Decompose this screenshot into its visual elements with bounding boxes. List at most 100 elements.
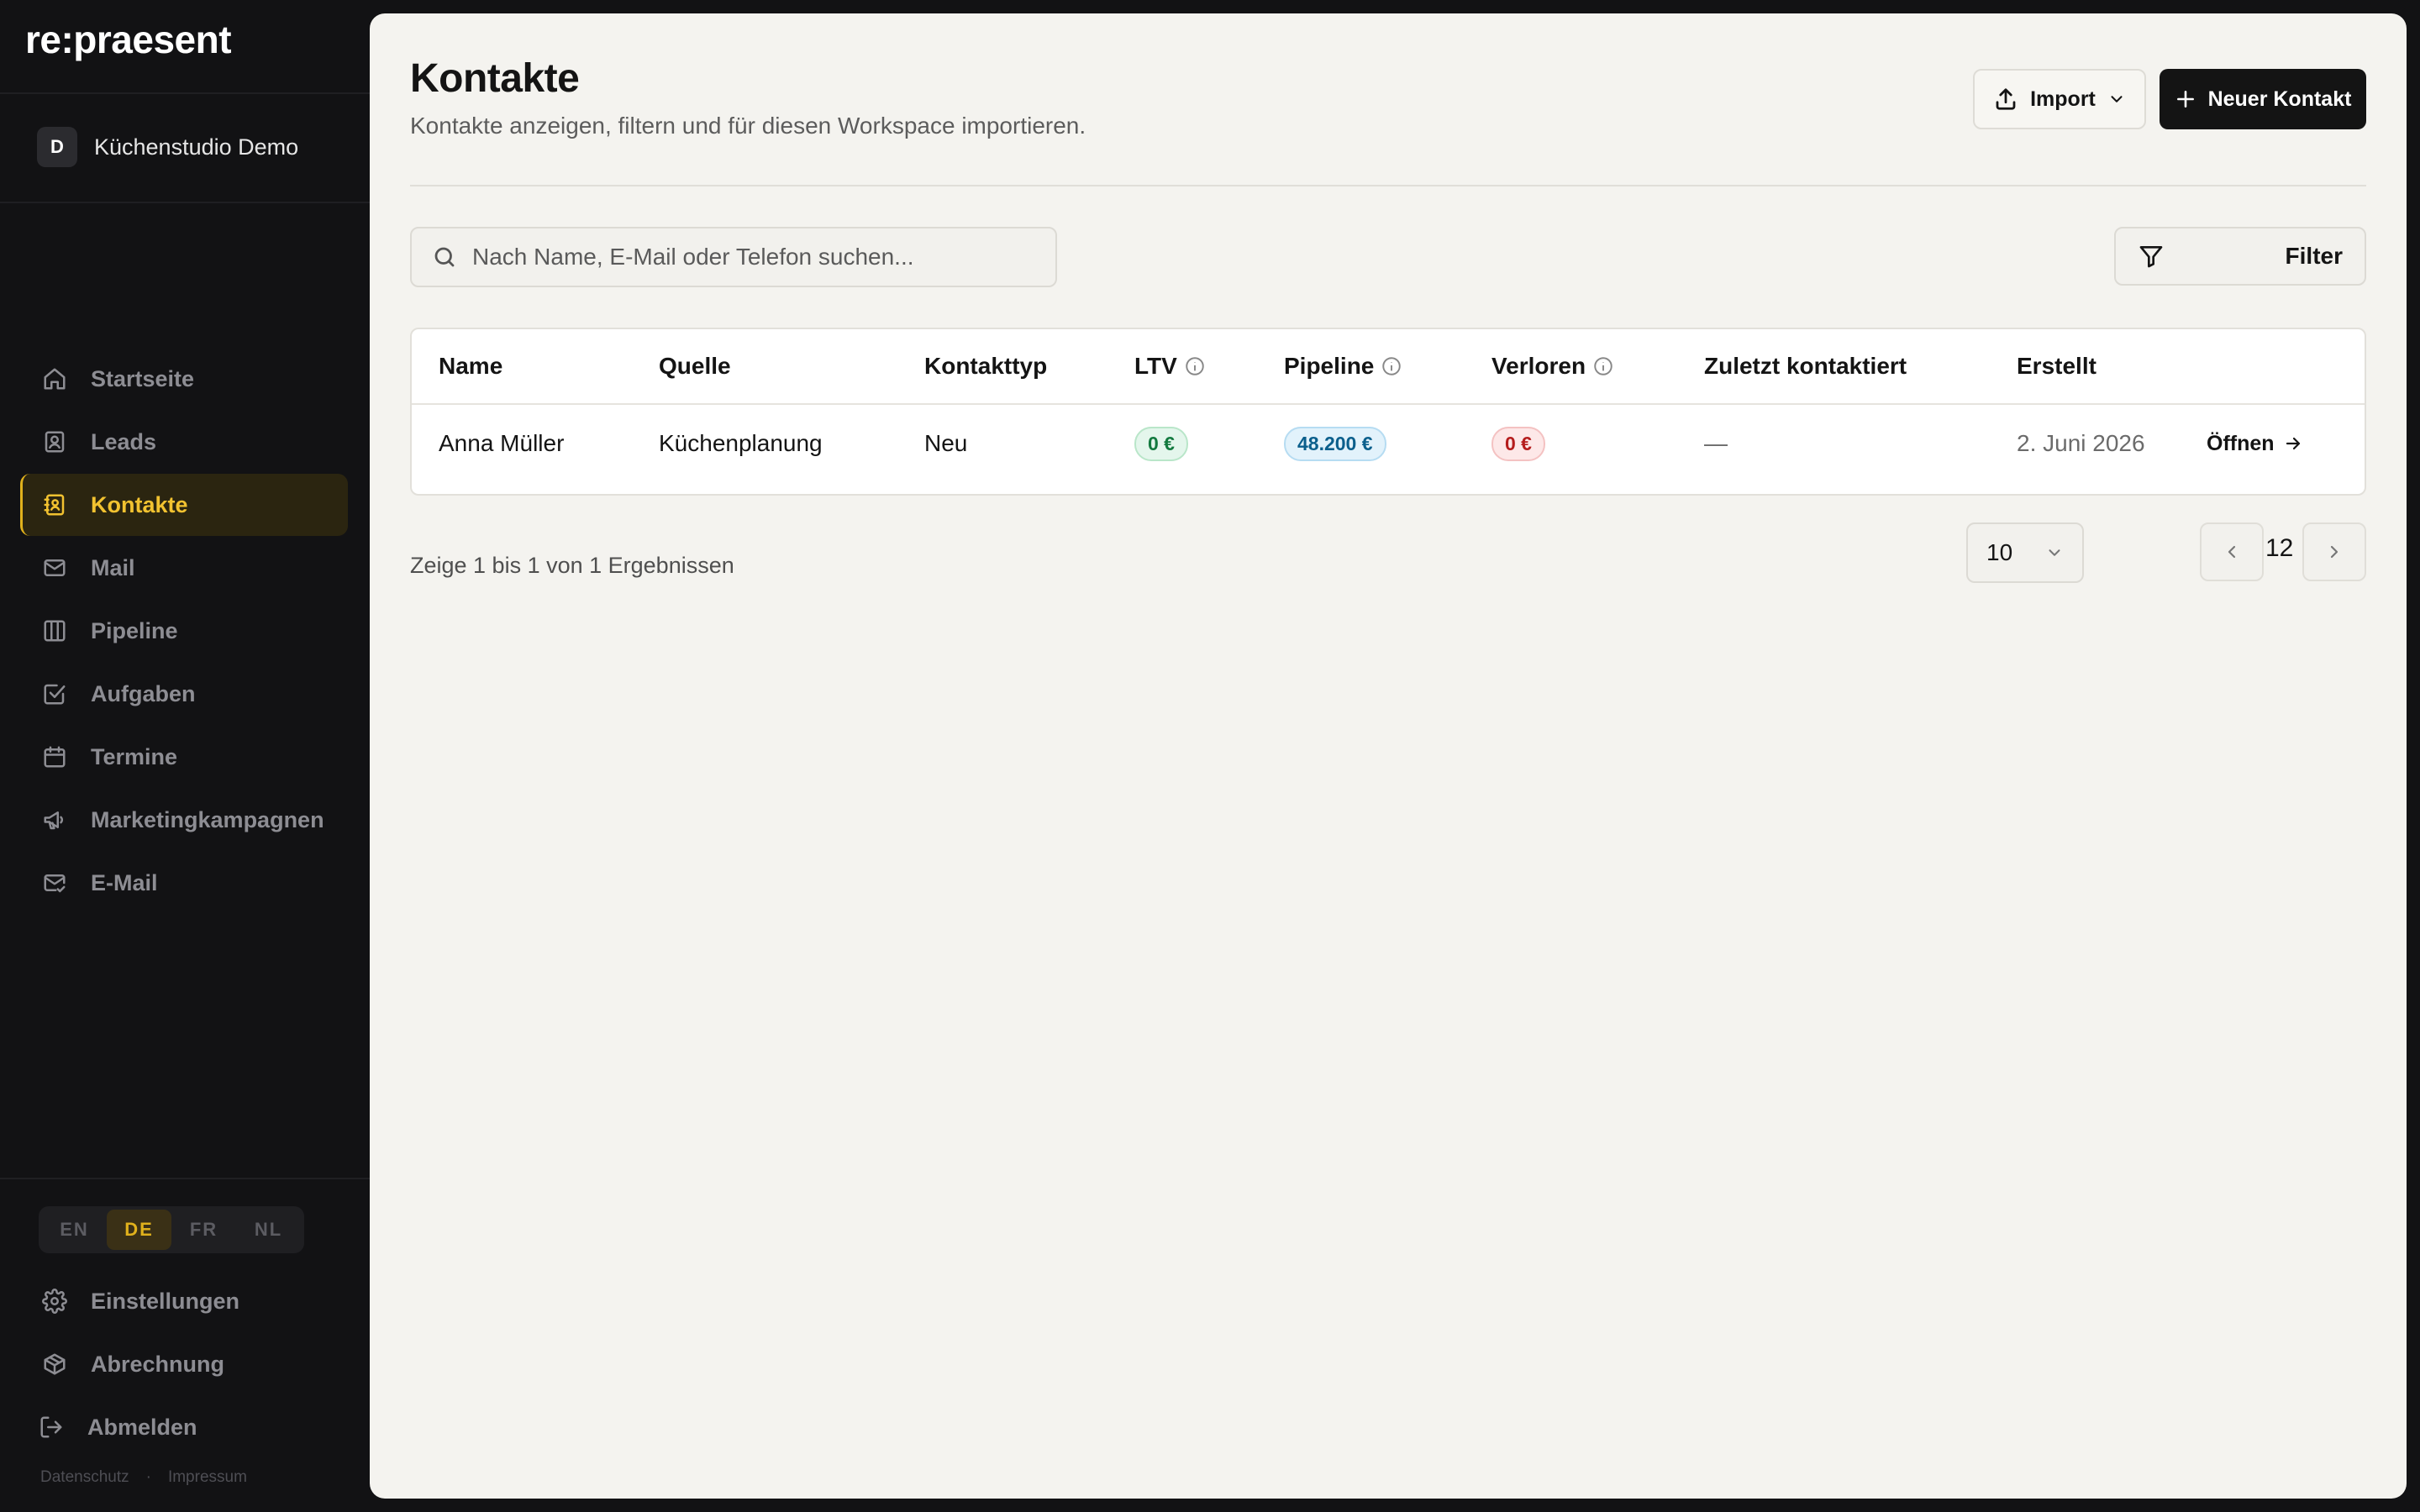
sidebar-item-label: Startseite [91, 365, 195, 391]
sidebar-item-termine[interactable]: Termine [20, 726, 348, 788]
info-icon[interactable] [1381, 355, 1402, 377]
page-size-select[interactable]: 10 [1966, 522, 2084, 583]
sidebar-item-kontakte[interactable]: Kontakte [20, 474, 348, 536]
cell-created: 2. Juni 2026 [2017, 430, 2145, 456]
contacts-table: Name Quelle Kontakttyp LTV Pipeline Verl… [410, 328, 2366, 496]
sidebar-item-label: Termine [91, 743, 178, 769]
privacy-link[interactable]: Datenschutz [40, 1468, 129, 1487]
sidebar-item-label: Abmelden [87, 1414, 197, 1440]
table-row[interactable]: Anna Müller Küchenplanung Neu 0 € 48.200… [412, 405, 2365, 482]
sidebar-item-abrechnung[interactable]: Abrechnung [20, 1333, 348, 1395]
filter-button[interactable]: Filter [2114, 227, 2366, 286]
pipeline-badge: 48.200 € [1284, 426, 1386, 461]
sidebar-item-label: Aufgaben [91, 680, 196, 706]
chevron-left-icon [2228, 545, 2236, 559]
sidebar-item-label: Marketingkampagnen [91, 806, 324, 832]
app-logo[interactable]: re:praesent [25, 17, 232, 62]
check-square-icon [42, 681, 67, 706]
main-panel: Kontakte Kontakte anzeigen, filtern und … [370, 13, 2407, 1499]
search-input[interactable] [472, 244, 1044, 270]
page-subtitle: Kontakte anzeigen, filtern und für diese… [410, 113, 1086, 139]
logout-icon [39, 1415, 64, 1440]
column-header-name[interactable]: Name [439, 329, 502, 403]
sidebar-item-startseite[interactable]: Startseite [20, 348, 348, 410]
column-header-created[interactable]: Erstellt [2017, 329, 2096, 403]
upload-icon [1996, 88, 2016, 110]
language-option-fr[interactable]: FR [171, 1210, 236, 1250]
column-header-pipeline[interactable]: Pipeline [1284, 329, 1402, 403]
chevron-down-icon [2049, 549, 2060, 556]
sidebar-item-einstellungen[interactable]: Einstellungen [20, 1270, 348, 1332]
contact-card-icon [42, 429, 67, 454]
sidebar-item-label: E-Mail [91, 869, 158, 895]
import-button-label: Import [2030, 87, 2096, 111]
column-header-last-contacted[interactable]: Zuletzt kontaktiert [1704, 329, 1907, 403]
language-option-nl[interactable]: NL [236, 1210, 301, 1250]
footer-links: Datenschutz · Impressum [40, 1468, 247, 1487]
column-header-type[interactable]: Kontakttyp [924, 329, 1047, 403]
sidebar-item-leads[interactable]: Leads [20, 411, 348, 473]
columns-icon [42, 618, 67, 643]
gear-icon [42, 1289, 67, 1314]
sidebar-divider [0, 202, 370, 203]
page-size-value: 10 [1986, 539, 2013, 565]
sidebar-nav: Startseite Leads Kontakte Mail Pipeline … [20, 348, 348, 915]
next-page-button[interactable] [2302, 522, 2366, 581]
sidebar-item-aufgaben[interactable]: Aufgaben [20, 663, 348, 725]
previous-page-button[interactable] [2200, 522, 2264, 581]
new-contact-button-label: Neuer Kontakt [2207, 87, 2352, 111]
sidebar-item-pipeline[interactable]: Pipeline [20, 600, 348, 662]
sidebar-item-label: Einstellungen [91, 1288, 240, 1314]
sidebar-item-label: Kontakte [91, 491, 188, 517]
sidebar-item-label: Abrechnung [91, 1351, 224, 1377]
sidebar-divider [0, 92, 370, 94]
sidebar-bottom-nav: Einstellungen Abrechnung Abmelden [20, 1270, 348, 1459]
sidebar: re:praesent D Küchenstudio Demo Startsei… [0, 0, 370, 1512]
language-option-en[interactable]: EN [42, 1210, 107, 1250]
filter-button-label: Filter [2285, 243, 2343, 269]
mail-check-icon [42, 870, 67, 895]
header-divider [410, 185, 2366, 186]
sidebar-item-marketingkampagnen[interactable]: Marketingkampagnen [20, 789, 348, 851]
sidebar-item-e-mail[interactable]: E-Mail [20, 852, 348, 914]
results-summary: Zeige 1 bis 1 von 1 Ergebnissen [410, 553, 734, 578]
contact-book-icon [42, 492, 67, 517]
calendar-icon [42, 744, 67, 769]
import-button[interactable]: Import [1973, 69, 2146, 129]
cell-type: Neu [924, 430, 968, 456]
arrow-right-icon [2286, 437, 2300, 450]
workspace-switcher[interactable]: D Küchenstudio Demo [37, 126, 298, 168]
open-contact-link[interactable]: Öffnen [2207, 405, 2303, 482]
sidebar-item-label: Pipeline [91, 617, 178, 643]
filter-icon [2139, 246, 2163, 268]
table-header: Name Quelle Kontakttyp LTV Pipeline Verl… [412, 329, 2365, 405]
sidebar-item-abmelden[interactable]: Abmelden [20, 1396, 348, 1458]
column-header-ltv[interactable]: LTV [1134, 329, 1206, 403]
column-header-source[interactable]: Quelle [659, 329, 731, 403]
current-page: 12 [2265, 534, 2294, 562]
cell-ltv: 0 € [1134, 405, 1188, 482]
sidebar-item-mail[interactable]: Mail [20, 537, 348, 599]
ltv-badge: 0 € [1134, 426, 1188, 461]
package-icon [42, 1352, 67, 1377]
cell-lost: 0 € [1491, 405, 1545, 482]
mail-icon [42, 555, 67, 580]
column-header-lost[interactable]: Verloren [1491, 329, 1614, 403]
search-box [410, 227, 1057, 287]
info-icon[interactable] [1592, 355, 1614, 377]
imprint-link[interactable]: Impressum [168, 1468, 247, 1487]
home-icon [42, 366, 67, 391]
sidebar-item-label: Mail [91, 554, 135, 580]
cell-pipeline: 48.200 € [1284, 405, 1386, 482]
new-contact-button[interactable]: Neuer Kontakt [2160, 69, 2366, 129]
sidebar-divider [0, 1178, 370, 1179]
language-option-de[interactable]: DE [107, 1210, 171, 1250]
cell-last-contacted: — [1704, 430, 1728, 456]
megaphone-icon [42, 807, 67, 832]
workspace-avatar: D [37, 127, 77, 167]
footer-separator: · [145, 1468, 151, 1486]
chevron-right-icon [2330, 545, 2338, 559]
info-icon[interactable] [1184, 355, 1206, 377]
open-link-label: Öffnen [2207, 431, 2275, 455]
plus-icon [2176, 91, 2194, 108]
